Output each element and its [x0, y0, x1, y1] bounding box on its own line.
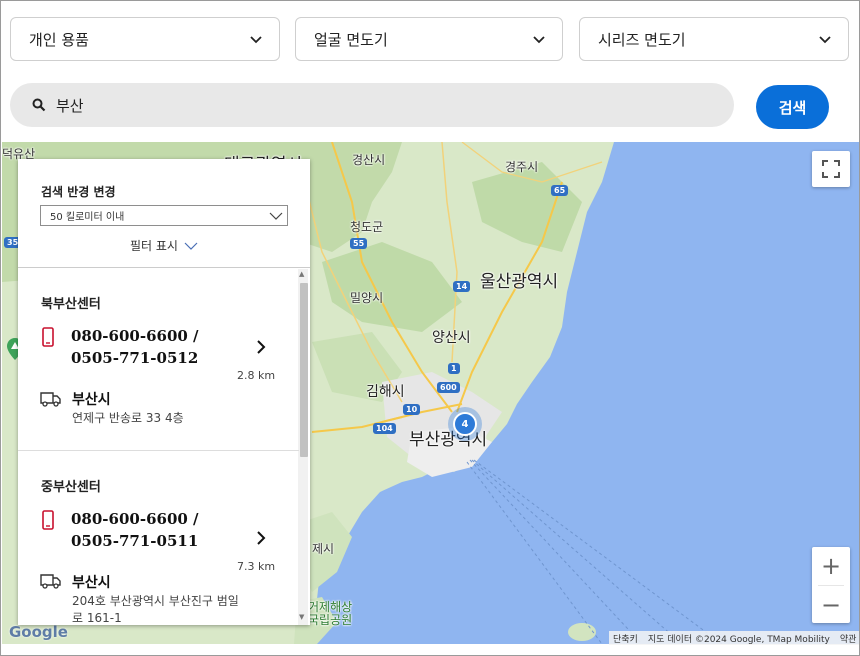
series-dropdown[interactable]: 시리즈 면도기	[579, 17, 849, 61]
fullscreen-icon	[822, 160, 840, 178]
category-dropdown-label: 개인 용품	[29, 30, 89, 49]
center-distance: 7.3 km	[237, 560, 276, 573]
highway-shield: 65	[551, 185, 569, 196]
map-attribution: 단축키 지도 데이터 ©2024 Google, TMap Mobility 약…	[609, 631, 859, 645]
search-bar	[10, 83, 734, 127]
center-city: 부산시	[72, 392, 111, 408]
highway-shield: 104	[373, 423, 396, 434]
chevron-down-icon	[184, 242, 198, 250]
show-filters-toggle[interactable]: 필터 표시	[18, 237, 310, 254]
map-label-gimhae: 김해시	[366, 384, 405, 400]
phone-icon	[42, 510, 54, 530]
center-name[interactable]: 북부산센터	[41, 293, 101, 312]
radius-select-value: 50 킬로미터 이내	[50, 212, 125, 223]
subcategory-dropdown-label: 얼굴 면도기	[314, 30, 388, 49]
chevron-down-icon	[533, 36, 545, 44]
category-dropdown[interactable]: 개인 용품	[10, 17, 280, 61]
map-cluster-marker[interactable]: 4	[453, 412, 477, 436]
radius-title: 검색 반경 변경	[41, 185, 116, 199]
center-phone[interactable]: 080-600-6600 /	[71, 508, 199, 530]
chevron-right-icon[interactable]	[256, 339, 266, 355]
map-label-miryang: 밀양시	[350, 291, 384, 305]
zoom-control: + −	[812, 547, 850, 623]
center-city: 부산시	[72, 575, 111, 591]
panel-divider	[18, 267, 310, 268]
highway-shield: 14	[453, 281, 471, 292]
map-label-park2: 국립공원	[308, 613, 353, 627]
center-phone[interactable]: 080-600-6600 /	[71, 325, 199, 347]
show-filters-label: 필터 표시	[130, 239, 178, 253]
subcategory-dropdown[interactable]: 얼굴 면도기	[295, 17, 563, 61]
radius-select[interactable]: 50 킬로미터 이내	[40, 205, 288, 226]
phone-icon	[42, 327, 54, 347]
map-label-ulsan: 울산광역시	[480, 272, 559, 292]
center-name[interactable]: 중부산센터	[41, 476, 101, 495]
terms-link[interactable]: 약관	[840, 632, 857, 645]
map-label-gyeongju: 경주시	[505, 160, 539, 174]
keyboard-shortcuts-link[interactable]: 단축키	[613, 632, 638, 645]
center-address: 연제구 반송로 33 4층	[72, 411, 184, 425]
scroll-up-arrow[interactable]: ▲	[299, 270, 304, 278]
map-label-cheongdo: 청도군	[350, 220, 384, 234]
center-phone-2[interactable]: 0505-771-0511	[71, 530, 198, 552]
results-panel: 검색 반경 변경 50 킬로미터 이내 필터 표시 ▲ ▼ 북부산센터 080-…	[18, 159, 310, 625]
center-phone-2[interactable]: 0505-771-0512	[71, 347, 198, 369]
zoom-out-button[interactable]: −	[812, 586, 850, 624]
chevron-down-icon	[250, 36, 262, 44]
fullscreen-button[interactable]	[812, 151, 850, 187]
center-address: 204호 부산광역시 부산진구 범일로 161-1	[72, 594, 239, 625]
highway-shield: 1	[448, 363, 460, 374]
series-dropdown-label: 시리즈 면도기	[598, 30, 686, 49]
chevron-down-icon	[269, 212, 283, 220]
delivery-truck-icon	[40, 574, 61, 589]
highway-shield: 600	[437, 382, 460, 393]
map-label-geoje: 제시	[312, 542, 335, 556]
search-button[interactable]: 검색	[756, 85, 829, 129]
search-input[interactable]	[56, 96, 656, 114]
app-frame: 개인 용품 얼굴 면도기 시리즈 면도기 검색	[0, 0, 860, 656]
zoom-in-button[interactable]: +	[812, 547, 850, 585]
google-logo: Google	[9, 623, 68, 641]
result-divider	[18, 450, 299, 451]
scroll-down-arrow[interactable]: ▼	[299, 613, 304, 621]
chevron-down-icon	[819, 36, 831, 44]
map-data-text: 지도 데이터 ©2024 Google, TMap Mobility	[647, 634, 830, 645]
map-label-yangsan: 양산시	[432, 330, 471, 346]
delivery-truck-icon	[40, 392, 61, 407]
scrollbar-thumb[interactable]	[300, 283, 308, 457]
highway-shield: 10	[403, 404, 421, 415]
map-label-gyeongsan: 경산시	[352, 153, 386, 167]
highway-shield: 55	[350, 238, 368, 249]
chevron-right-icon[interactable]	[256, 530, 266, 546]
search-icon	[32, 98, 46, 112]
center-distance: 2.8 km	[237, 369, 276, 382]
